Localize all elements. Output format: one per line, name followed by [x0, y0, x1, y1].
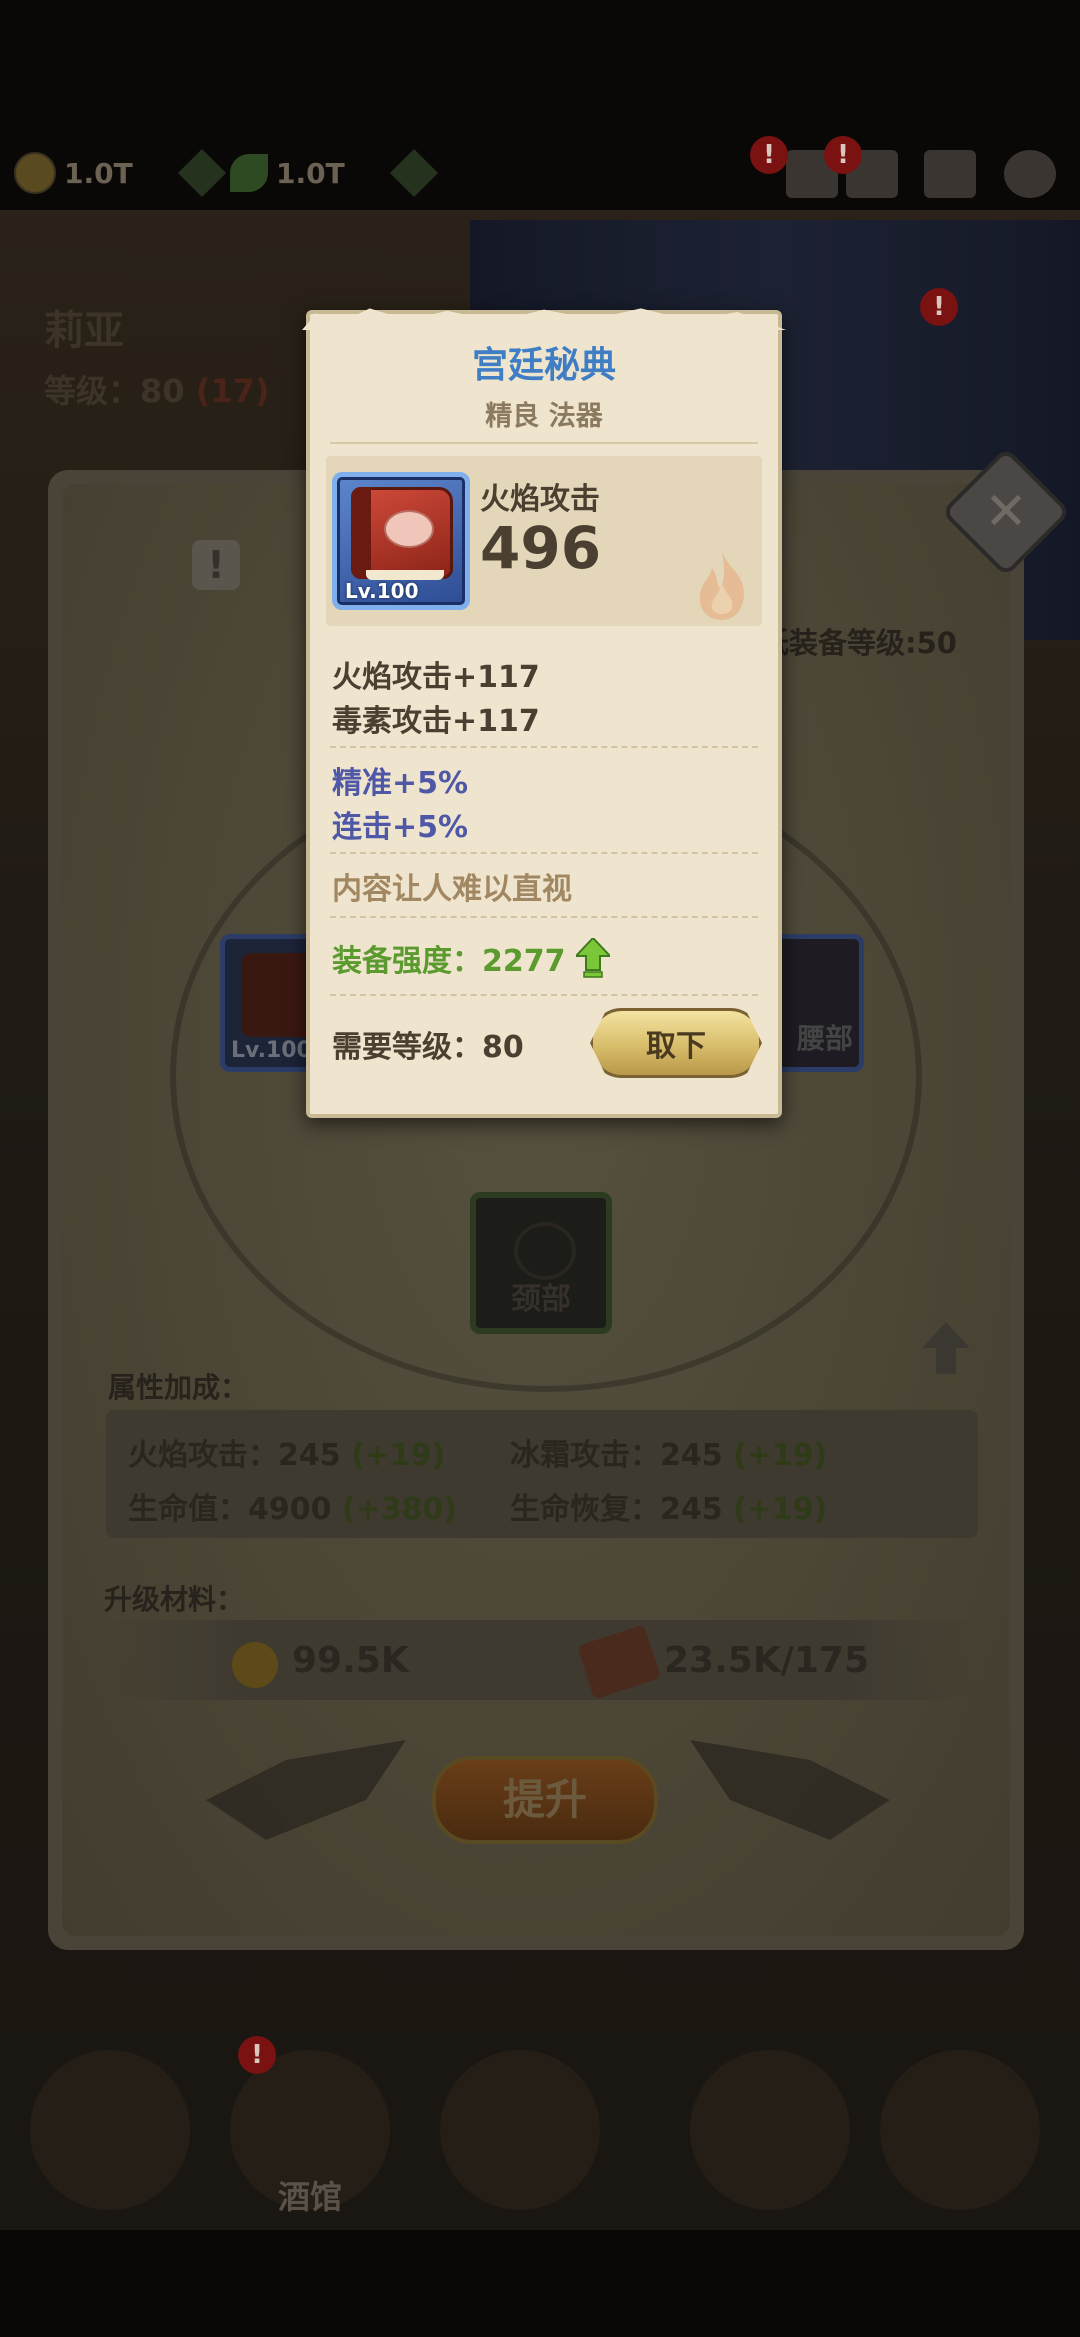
materials-title: 升级材料：: [104, 1583, 245, 1616]
extra-stat: 精准+5%: [332, 766, 469, 801]
item-name: 宫廷秘典: [471, 345, 616, 386]
upgrade-button[interactable]: 提升: [432, 1756, 658, 1844]
warning-icon[interactable]: !: [192, 540, 240, 590]
required-level: 需要等级：80: [332, 1030, 524, 1065]
add-gold-icon[interactable]: [177, 148, 226, 198]
divider: [330, 746, 758, 748]
divider: [330, 852, 758, 854]
item-tooltip: 宫廷秘典 精良 法器 Lv.100 火焰攻击 496 火焰攻击+117 毒素攻击…: [302, 308, 786, 1118]
equip-slot-neck[interactable]: 颈部: [470, 1192, 612, 1334]
torn-edge: [302, 308, 786, 330]
unequip-button[interactable]: 取下: [590, 1008, 762, 1078]
equipment-power: 装备强度：2277: [332, 936, 610, 980]
tome-icon: [351, 487, 453, 580]
upgrade-label: 提升: [502, 1775, 587, 1824]
attr-value: 245: [660, 1492, 723, 1527]
attr-name: 生命值：: [128, 1492, 248, 1527]
divider: [330, 442, 758, 444]
gem-resource: 1.0T: [230, 148, 438, 198]
item-quality-type: 精良 法器: [485, 401, 603, 432]
hero-name: 莉亚: [44, 308, 124, 354]
nav-home-icon[interactable]: [30, 2050, 190, 2210]
gold-coin-icon: [14, 152, 56, 194]
attr-bonus: (+19): [733, 1438, 828, 1473]
fire-element-icon: [699, 552, 744, 620]
attr-bonus: (+380): [341, 1492, 458, 1527]
attr-name: 火焰攻击：: [128, 1438, 278, 1473]
divider: [330, 994, 758, 996]
attr-fire: 火焰攻击：245 (+19): [128, 1430, 445, 1474]
gold-resource: 1.0T: [14, 148, 226, 198]
slot-waist-label: 腰部: [796, 1022, 853, 1055]
close-icon: ✕: [984, 482, 1028, 542]
attr-hp: 生命值：4900 (+380): [128, 1484, 457, 1528]
hero-level-bonus: (17): [195, 372, 270, 410]
attr-bonus: (+19): [351, 1438, 446, 1473]
attr-name: 冰霜攻击：: [510, 1438, 660, 1473]
hero-level-label: 等级：: [44, 372, 141, 410]
base-stat: 毒素攻击+117: [332, 704, 540, 739]
scroll-cost: 23.5K/175: [664, 1640, 870, 1681]
main-stat-value: 496: [480, 514, 602, 582]
attr-regen: 生命恢复：245 (+19): [510, 1484, 827, 1528]
flavor-text: 内容让人难以直视: [332, 872, 572, 907]
min-equip-level: 低装备等级:50: [760, 626, 957, 660]
hero-level-value: 80: [140, 372, 185, 410]
gear-icon[interactable]: [1004, 150, 1056, 198]
gold-coin-icon: [232, 1642, 278, 1688]
add-gem-icon[interactable]: [389, 148, 438, 198]
attr-value: 245: [660, 1438, 723, 1473]
main-stat-label: 火焰攻击: [480, 482, 600, 517]
nav-forge-icon[interactable]: [880, 2050, 1040, 2210]
power-value: 装备强度：2277: [332, 944, 566, 979]
power-up-arrow-icon: [575, 938, 610, 978]
attr-value: 4900: [248, 1492, 332, 1527]
mail-icon[interactable]: [924, 150, 976, 198]
tavern-alert-badge: !: [238, 2036, 276, 2074]
extra-stat: 连击+5%: [332, 810, 469, 845]
item-slot: Lv.100: [332, 472, 470, 610]
base-stat: 火焰攻击+117: [332, 660, 540, 695]
attr-value: 245: [278, 1438, 341, 1473]
attr-bonus: (+19): [733, 1492, 828, 1527]
nav-portal-icon[interactable]: [440, 2050, 600, 2210]
gem-amount: 1.0T: [276, 156, 345, 190]
shop-alert-badge: !: [920, 288, 958, 326]
nav-shield-icon[interactable]: [690, 2050, 850, 2210]
divider: [330, 916, 758, 918]
slot-neck-label: 颈部: [511, 1282, 571, 1317]
gift-alert-badge: !: [750, 136, 788, 174]
chat-alert-badge: !: [824, 136, 862, 174]
nav-tavern-label: 酒馆: [277, 2178, 342, 2216]
item-level-badge: Lv.100: [345, 579, 419, 603]
attr-frost: 冰霜攻击：245 (+19): [510, 1430, 827, 1474]
slot-level: Lv.100: [231, 1038, 312, 1063]
upgrade-arrow-icon[interactable]: [922, 1322, 970, 1374]
attr-name: 生命恢复：: [510, 1492, 660, 1527]
unequip-label: 取下: [646, 1029, 706, 1064]
necklace-icon: [514, 1222, 576, 1280]
attributes-title: 属性加成：: [108, 1371, 249, 1404]
hero-level: 等级：80 (17): [44, 366, 269, 412]
gold-cost: 99.5K: [292, 1640, 409, 1681]
gold-amount: 1.0T: [64, 156, 133, 190]
leaf-gem-icon: [230, 154, 268, 192]
